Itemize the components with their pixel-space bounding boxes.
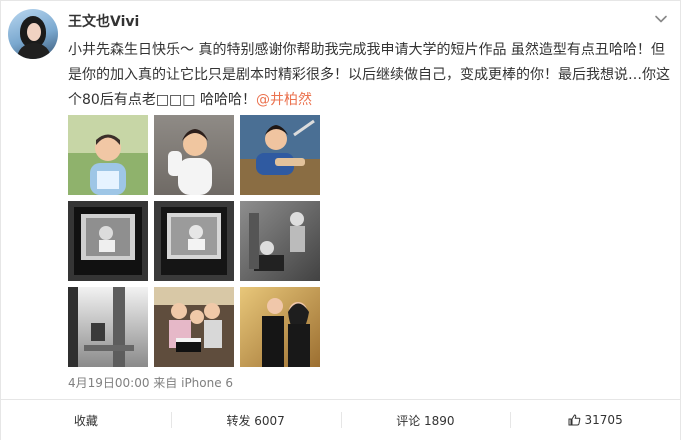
post-actions-bar: 收藏 转发 6007 评论 1890 31705 [1, 399, 680, 440]
username-link[interactable]: 王文也Vivi [68, 11, 139, 31]
favorite-label: 收藏 [73, 413, 98, 428]
favorite-button[interactable]: 收藏 [1, 400, 171, 440]
comment-button[interactable]: 评论 1890 [340, 400, 511, 440]
photo-thumb-6[interactable] [240, 201, 320, 281]
post-meta: 4月19日00:00 来自 iPhone 6 [68, 376, 234, 390]
photo-thumb-8[interactable] [154, 287, 234, 367]
comment-label: 评论 1890 [396, 413, 455, 428]
photo-thumb-4[interactable] [68, 201, 148, 281]
repost-button[interactable]: 转发 6007 [170, 400, 341, 440]
like-count: 31705 [584, 413, 623, 427]
thumbs-up-icon [568, 414, 581, 426]
avatar-body [17, 43, 51, 59]
photo-thumb-2[interactable] [154, 115, 234, 195]
like-button[interactable]: 31705 [510, 400, 680, 440]
photo-grid [68, 115, 320, 367]
avatar[interactable] [8, 9, 58, 59]
photo-thumb-3[interactable] [240, 115, 320, 195]
post-body: 小井先森生日快乐～ 真的特别感谢你帮助我完成我申请大学的短片作品 虽然造型有点丑… [68, 42, 670, 108]
photo-thumb-9[interactable] [240, 287, 320, 367]
photo-thumb-1[interactable] [68, 115, 148, 195]
weibo-post-card: 王文也Vivi 小井先森生日快乐～ 真的特别感谢你帮助我完成我申请大学的短片作品… [0, 0, 681, 440]
photo-thumb-7[interactable] [68, 287, 148, 367]
chevron-down-icon[interactable] [654, 11, 668, 25]
mention-link[interactable]: @井柏然 [256, 92, 312, 108]
post-text: 小井先森生日快乐～ 真的特别感谢你帮助我完成我申请大学的短片作品 虽然造型有点丑… [68, 38, 674, 113]
photo-thumb-5[interactable] [154, 201, 234, 281]
avatar-face [27, 23, 41, 41]
repost-label: 转发 6007 [226, 413, 285, 428]
